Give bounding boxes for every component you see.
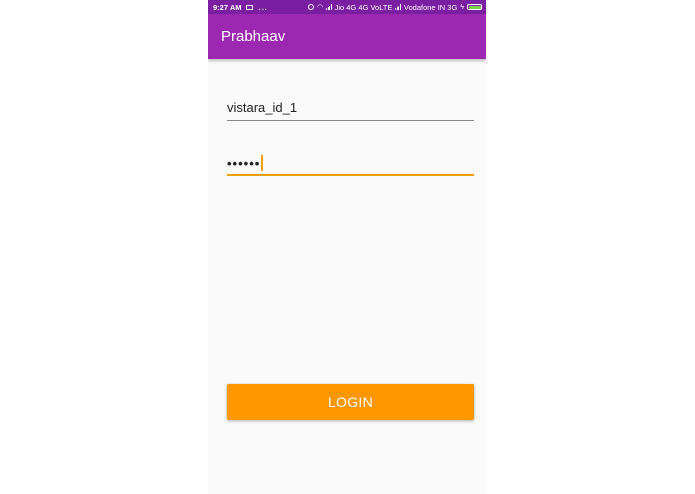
status-bar-right: ◠ Jio 4G 4G VoLTE Vodafone IN 3G ϟ <box>307 2 482 12</box>
signal-icon <box>326 4 332 10</box>
phone-screen: 9:27 AM ... ◠ Jio 4G 4G VoLTE Vodafone I… <box>208 0 486 494</box>
message-icon <box>246 4 254 10</box>
password-value: •••••• <box>227 155 264 171</box>
signal-icon-2 <box>395 4 401 10</box>
password-field[interactable]: •••••• <box>227 143 474 176</box>
more-notifications-icon: ... <box>258 2 268 12</box>
username-underline <box>227 120 474 121</box>
charging-icon: ϟ <box>460 3 464 11</box>
password-underline <box>227 174 474 176</box>
password-masked-text: •••••• <box>227 156 261 171</box>
status-time: 9:27 AM <box>213 2 242 12</box>
carrier-2-label: Vodafone IN 3G <box>403 2 458 12</box>
wifi-icon: ◠ <box>316 4 324 11</box>
status-bar: 9:27 AM ... ◠ Jio 4G 4G VoLTE Vodafone I… <box>208 0 486 14</box>
alarm-icon <box>307 4 314 10</box>
app-bar: Prabhaav <box>208 14 486 59</box>
username-field[interactable]: vistara_id_1 <box>227 88 474 121</box>
username-value: vistara_id_1 <box>227 100 298 115</box>
battery-icon <box>467 4 482 10</box>
login-button-label: LOGIN <box>327 394 374 410</box>
status-bar-left: 9:27 AM ... <box>213 3 268 12</box>
carrier-1-label: Jio 4G 4G VoLTE <box>334 2 393 12</box>
login-button[interactable]: LOGIN <box>227 384 474 420</box>
app-title: Prabhaav <box>221 28 286 45</box>
text-cursor <box>261 155 264 171</box>
